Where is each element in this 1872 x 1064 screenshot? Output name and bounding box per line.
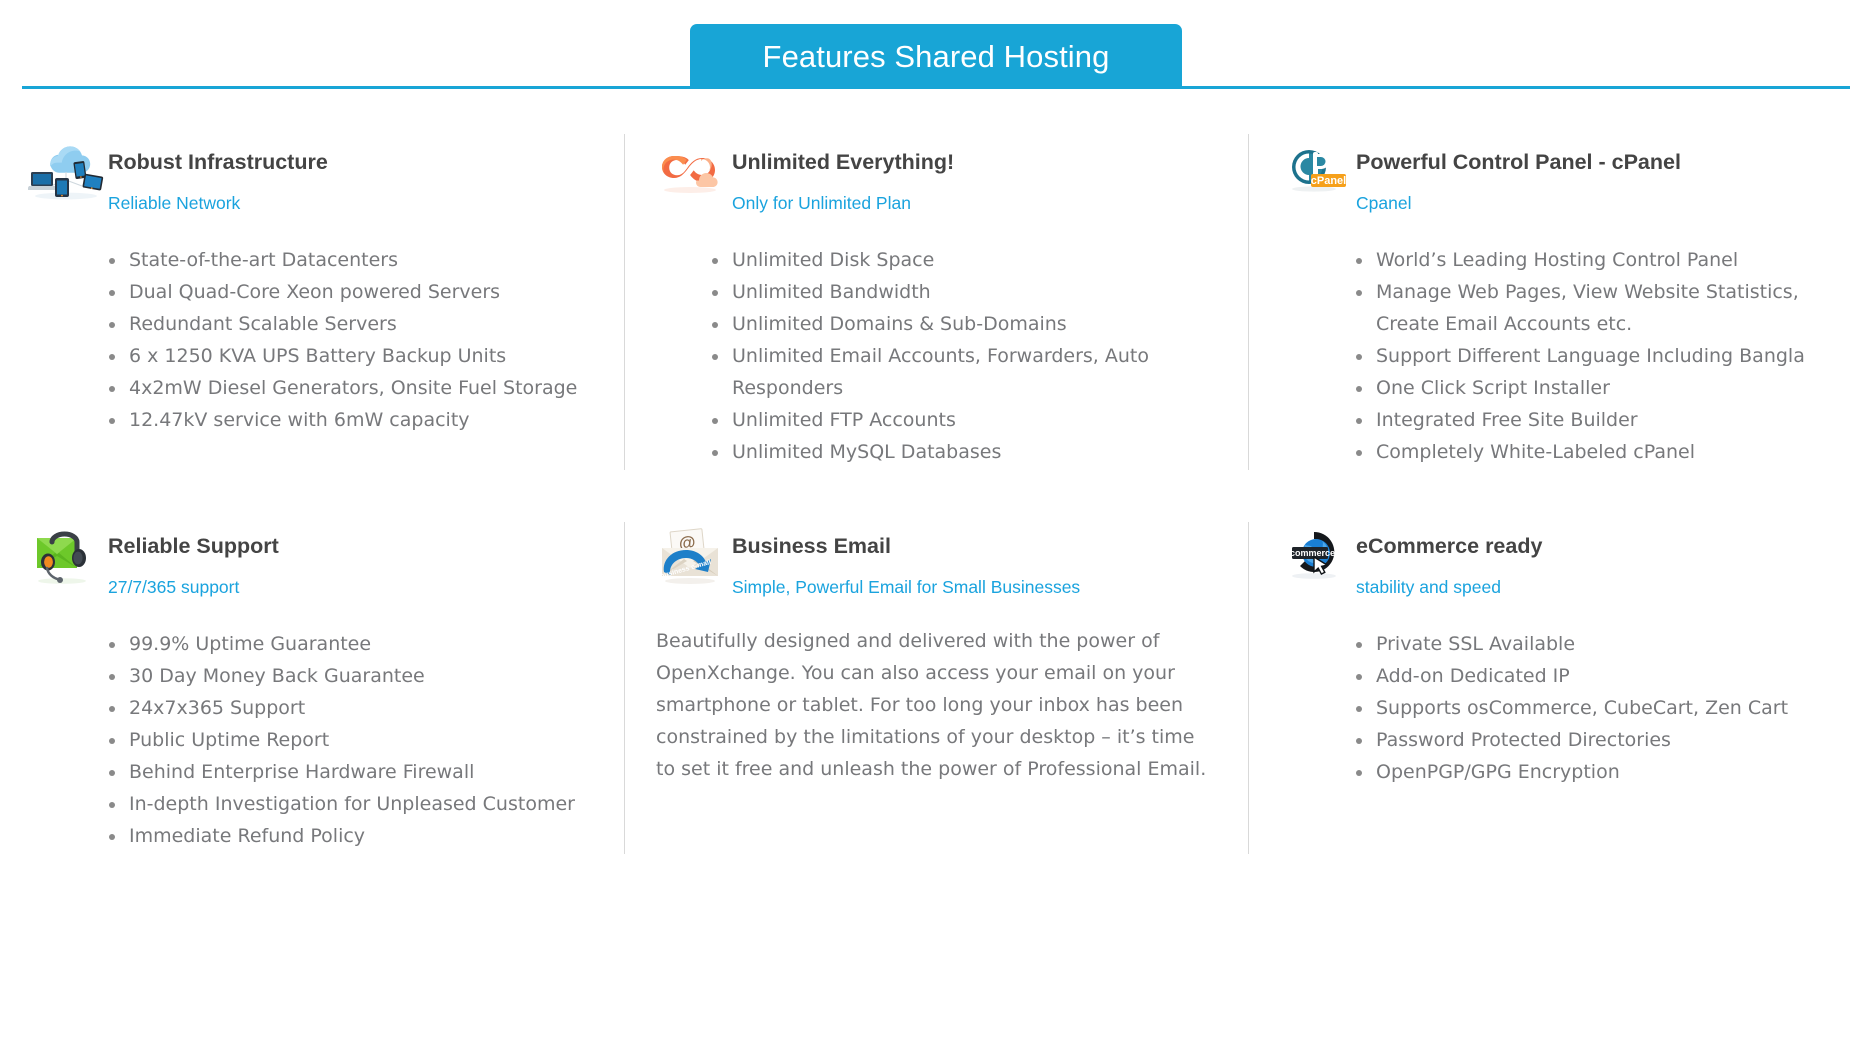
list-item: World’s Leading Hosting Control Panel	[1354, 244, 1842, 276]
feature-header-text: Powerful Control Panel - cPanel Cpanel	[1356, 142, 1681, 214]
list-item: Completely White-Labeled cPanel	[1354, 436, 1842, 468]
feature-list: Private SSL Available Add-on Dedicated I…	[1272, 628, 1842, 788]
features-row-2: Reliable Support 27/7/365 support 99.9% …	[0, 482, 1872, 866]
list-item: One Click Script Installer	[1354, 372, 1842, 404]
list-item: Unlimited MySQL Databases	[710, 436, 1218, 468]
feature-list: State-of-the-art Datacenters Dual Quad-C…	[24, 244, 594, 436]
list-item: 12.47kV service with 6mW capacity	[107, 404, 594, 436]
feature-header: Unlimited Everything! Only for Unlimited…	[648, 142, 1218, 214]
feature-header-text: Robust Infrastructure Reliable Network	[108, 142, 328, 214]
header-banner: Features Shared Hosting	[690, 24, 1182, 89]
list-item: Integrated Free Site Builder	[1354, 404, 1842, 436]
feature-subtitle-link[interactable]: Reliable Network	[108, 193, 240, 214]
feature-header: Reliable Support 27/7/365 support	[24, 526, 594, 598]
feature-header-text: eCommerce ready stability and speed	[1356, 526, 1542, 598]
list-item: State-of-the-art Datacenters	[107, 244, 594, 276]
list-item: Unlimited Bandwidth	[710, 276, 1218, 308]
list-item: Manage Web Pages, View Website Statistic…	[1354, 276, 1842, 340]
list-item: Unlimited Email Accounts, Forwarders, Au…	[710, 340, 1218, 404]
list-item: 99.9% Uptime Guarantee	[107, 628, 594, 660]
infinity-cloud-icon	[648, 142, 732, 204]
feature-header-text: Unlimited Everything! Only for Unlimited…	[732, 142, 954, 214]
list-item: 4x2mW Diesel Generators, Onsite Fuel Sto…	[107, 372, 594, 404]
features-page: Features Shared Hosting Robust Infrastru…	[0, 0, 1872, 1064]
feature-card-business-email: @ business e-mail Business Email Simple,…	[624, 482, 1248, 866]
feature-subtitle-link[interactable]: Only for Unlimited Plan	[732, 193, 911, 214]
feature-list: World’s Leading Hosting Control Panel Ma…	[1272, 244, 1842, 468]
features-row-1: Robust Infrastructure Reliable Network S…	[0, 94, 1872, 482]
feature-title: eCommerce ready	[1356, 534, 1543, 558]
list-item: Add-on Dedicated IP	[1354, 660, 1842, 692]
list-item: In-depth Investigation for Unpleased Cus…	[107, 788, 594, 820]
svg-text:cPanel: cPanel	[1311, 175, 1346, 187]
list-item: Immediate Refund Policy	[107, 820, 594, 852]
feature-subtitle-link[interactable]: Simple, Powerful Email for Small Busines…	[732, 577, 1080, 598]
list-item: Dual Quad-Core Xeon powered Servers	[107, 276, 594, 308]
feature-title: Powerful Control Panel - cPanel	[1356, 150, 1681, 174]
list-item: Private SSL Available	[1354, 628, 1842, 660]
feature-header-text: Reliable Support 27/7/365 support	[108, 526, 279, 598]
feature-title: Reliable Support	[108, 534, 279, 558]
feature-title: Unlimited Everything!	[732, 150, 955, 174]
list-item: Support Different Language Including Ban…	[1354, 340, 1842, 372]
feature-list: 99.9% Uptime Guarantee 30 Day Money Back…	[24, 628, 594, 852]
list-item: Unlimited Disk Space	[710, 244, 1218, 276]
svg-text:ecommerce: ecommerce	[1285, 548, 1335, 558]
feature-title: Business Email	[732, 534, 891, 558]
list-item: Behind Enterprise Hardware Firewall	[107, 756, 594, 788]
list-item: Redundant Scalable Servers	[107, 308, 594, 340]
list-item: Unlimited Domains & Sub-Domains	[710, 308, 1218, 340]
feature-card-reliable-support: Reliable Support 27/7/365 support 99.9% …	[0, 482, 624, 866]
feature-card-robust-infrastructure: Robust Infrastructure Reliable Network S…	[0, 94, 624, 482]
list-item: 6 x 1250 KVA UPS Battery Backup Units	[107, 340, 594, 372]
page-header: Features Shared Hosting	[0, 0, 1872, 94]
cpanel-logo-icon: cPanel	[1272, 142, 1356, 204]
list-item: 30 Day Money Back Guarantee	[107, 660, 594, 692]
list-item: Supports osCommerce, CubeCart, Zen Cart	[1354, 692, 1842, 724]
headset-envelope-icon	[24, 526, 108, 588]
feature-header: Robust Infrastructure Reliable Network	[24, 142, 594, 214]
feature-list: Unlimited Disk Space Unlimited Bandwidth…	[648, 244, 1218, 468]
feature-subtitle-link[interactable]: stability and speed	[1356, 577, 1501, 598]
feature-subtitle-link[interactable]: 27/7/365 support	[108, 577, 239, 598]
cloud-devices-icon	[24, 142, 108, 204]
feature-title: Robust Infrastructure	[108, 150, 328, 174]
list-item: 24x7x365 Support	[107, 692, 594, 724]
feature-card-control-panel: cPanel Powerful Control Panel - cPanel C…	[1248, 94, 1872, 482]
feature-header: cPanel Powerful Control Panel - cPanel C…	[1272, 142, 1842, 214]
list-item: Public Uptime Report	[107, 724, 594, 756]
feature-card-ecommerce-ready: ecommerce eCommerce ready stability and …	[1248, 482, 1872, 866]
list-item: OpenPGP/GPG Encryption	[1354, 756, 1842, 788]
page-title: Features Shared Hosting	[762, 39, 1110, 74]
feature-header: ecommerce eCommerce ready stability and …	[1272, 526, 1842, 598]
feature-card-unlimited-everything: Unlimited Everything! Only for Unlimited…	[624, 94, 1248, 482]
feature-header-text: Business Email Simple, Powerful Email fo…	[732, 526, 1080, 598]
feature-paragraph: Beautifully designed and delivered with …	[656, 630, 1207, 780]
business-email-envelope-icon: @ business e-mail	[648, 526, 732, 588]
list-item: Password Protected Directories	[1354, 724, 1842, 756]
list-item: Unlimited FTP Accounts	[710, 404, 1218, 436]
feature-header: @ business e-mail Business Email Simple,…	[648, 526, 1218, 598]
feature-subtitle-link[interactable]: Cpanel	[1356, 193, 1411, 214]
ecommerce-globe-icon: ecommerce	[1272, 526, 1356, 588]
